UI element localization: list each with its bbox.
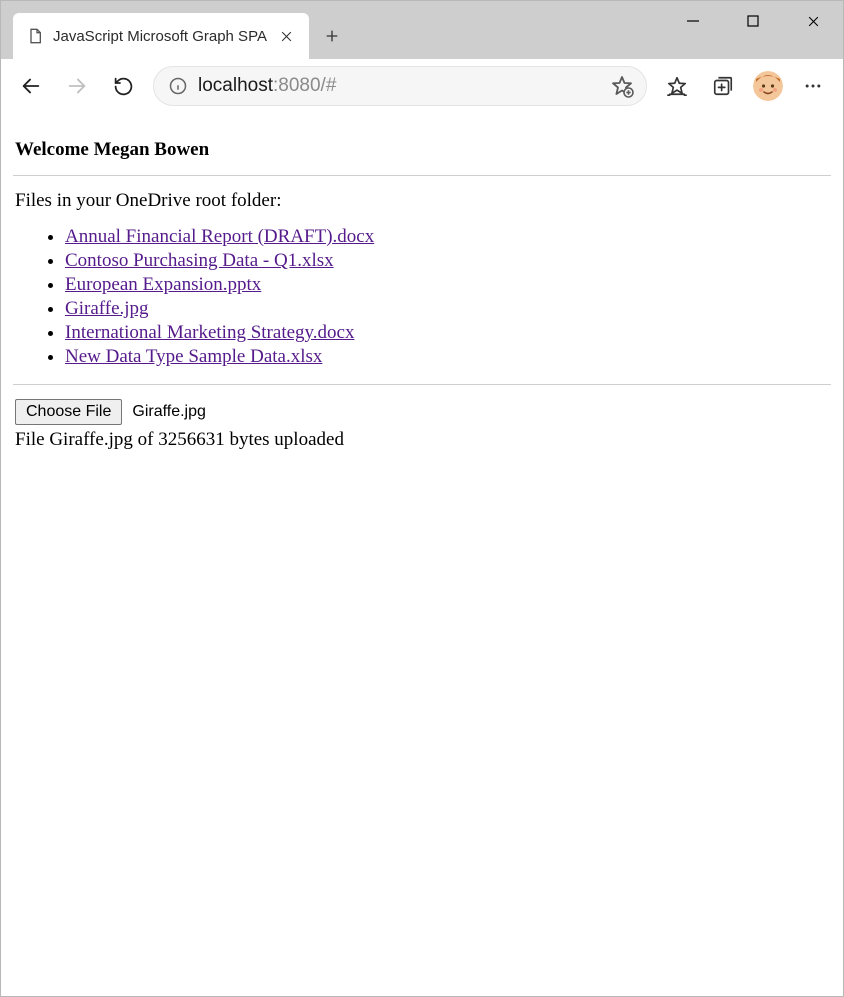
file-list: Annual Financial Report (DRAFT).docx Cont… [13,226,831,368]
maximize-button[interactable] [723,1,783,41]
upload-status: File Giraffe.jpg of 3256631 bytes upload… [15,429,831,451]
file-link[interactable]: Giraffe.jpg [65,298,149,319]
toolbar: localhost:8080/# [1,59,843,113]
close-tab-button[interactable] [273,23,299,49]
url-text: localhost:8080/# [198,75,608,97]
file-link[interactable]: International Marketing Strategy.docx [65,322,354,343]
favorites-button[interactable] [655,64,699,108]
status-suffix: bytes uploaded [225,429,344,450]
close-window-button[interactable] [783,1,843,41]
choose-file-button[interactable]: Choose File [15,399,122,425]
status-bytes: 3256631 [158,429,225,450]
list-item: Contoso Purchasing Data - Q1.xlsx [65,250,831,272]
minimize-button[interactable] [663,1,723,41]
list-item: Giraffe.jpg [65,298,831,320]
divider [13,175,831,176]
refresh-button[interactable] [101,64,145,108]
file-link[interactable]: European Expansion.pptx [65,274,261,295]
forward-button[interactable] [55,64,99,108]
address-bar[interactable]: localhost:8080/# [153,66,647,106]
url-path: :8080/# [273,75,336,96]
url-host: localhost [198,75,273,96]
intro-text: Files in your OneDrive root folder: [15,190,831,212]
window-controls [663,1,843,41]
divider [13,384,831,385]
tab-title: JavaScript Microsoft Graph SPA [53,28,273,45]
page-icon [27,28,43,44]
collections-button[interactable] [701,64,745,108]
list-item: Annual Financial Report (DRAFT).docx [65,226,831,248]
browser-tab[interactable]: JavaScript Microsoft Graph SPA [13,13,309,59]
titlebar: JavaScript Microsoft Graph SPA [1,1,843,59]
status-middle: of [133,429,158,450]
file-input-row: Choose File Giraffe.jpg [15,399,831,425]
status-prefix: File [15,429,49,450]
welcome-prefix: Welcome [15,139,94,160]
favorite-add-icon[interactable] [608,72,636,100]
chosen-file-name: Giraffe.jpg [132,403,206,421]
welcome-heading: Welcome Megan Bowen [15,139,831,161]
file-link[interactable]: Contoso Purchasing Data - Q1.xlsx [65,250,334,271]
page-content: Welcome Megan Bowen Files in your OneDri… [1,113,843,463]
list-item: New Data Type Sample Data.xlsx [65,346,831,368]
list-item: International Marketing Strategy.docx [65,322,831,344]
more-menu-button[interactable] [791,64,835,108]
list-item: European Expansion.pptx [65,274,831,296]
file-link[interactable]: New Data Type Sample Data.xlsx [65,346,322,367]
file-link[interactable]: Annual Financial Report (DRAFT).docx [65,226,374,247]
status-filename: Giraffe.jpg [49,429,133,450]
browser-chrome: JavaScript Microsoft Graph SPA [1,1,843,113]
back-button[interactable] [9,64,53,108]
profile-avatar[interactable] [753,71,783,101]
new-tab-button[interactable] [309,13,355,59]
welcome-username: Megan Bowen [94,139,210,160]
site-info-icon[interactable] [168,76,188,96]
